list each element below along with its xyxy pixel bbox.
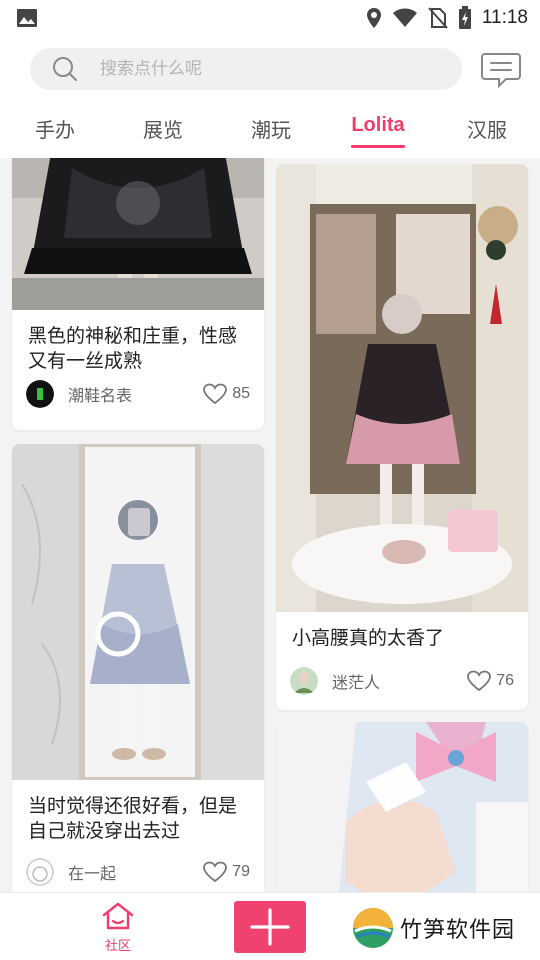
post-card[interactable]: 黑色的神秘和庄重，性感又有一丝成熟 潮鞋名表 85 [12,158,264,430]
like-button[interactable]: 85 [202,383,250,405]
author-name[interactable]: 在一起 [68,860,202,884]
wifi-icon [392,8,417,27]
tab-figures[interactable]: 手办 [32,114,78,146]
tab-trendy-toys[interactable]: 潮玩 [248,114,294,146]
like-button[interactable]: 76 [466,670,514,692]
avatar[interactable] [290,667,318,695]
post-image[interactable] [12,158,264,310]
like-button[interactable]: 79 [202,861,250,883]
message-button[interactable] [480,48,522,90]
watermark-logo-icon [353,908,393,948]
create-post-button[interactable] [234,901,306,953]
post-card[interactable] [276,722,528,892]
post-title[interactable]: 当时觉得还很好看，但是自己就没穿出去过 [28,794,252,844]
watermark-text: 竹笋软件园 [400,918,516,943]
heart-icon [467,670,492,692]
active-tab-indicator [351,145,405,148]
post-title[interactable]: 小高腰真的太香了 [292,626,516,651]
status-time: 11:18 [481,7,528,28]
watermark: 竹笋软件园 [352,905,532,951]
category-tabs: 手办 展览 潮玩 Lolita 汉服 [0,102,540,158]
post-meta: 在一起 79 [26,858,250,886]
post-feed[interactable]: 黑色的神秘和庄重，性感又有一丝成熟 潮鞋名表 85 当时觉得还很好看，但是自己就… [0,158,540,892]
tab-lolita[interactable]: Lolita [346,114,410,146]
avatar[interactable] [26,858,54,886]
like-count: 85 [232,385,250,402]
search-input[interactable] [100,48,440,90]
no-sim-icon [428,7,448,29]
tab-exhibitions[interactable]: 展览 [140,114,186,146]
post-title[interactable]: 黑色的神秘和庄重，性感又有一丝成熟 [28,324,252,374]
post-card[interactable]: 小高腰真的太香了 迷茫人 76 [276,164,528,710]
home-icon [102,902,134,930]
heart-icon [203,861,228,883]
location-icon [366,8,381,28]
search-box[interactable] [30,48,462,90]
status-bar: 11:18 [0,0,540,36]
header [0,36,540,102]
post-image[interactable] [276,722,528,892]
author-name[interactable]: 潮鞋名表 [68,382,202,406]
post-meta: 潮鞋名表 85 [26,380,250,408]
avatar[interactable] [26,380,54,408]
search-icon [53,57,77,81]
gallery-icon [17,9,37,27]
plus-icon [250,908,290,946]
like-count: 76 [496,672,514,689]
status-icons: 11:18 [366,6,528,30]
post-image[interactable] [276,164,528,612]
nav-community-label: 社区 [104,939,131,954]
post-card[interactable]: 当时觉得还很好看，但是自己就没穿出去过 在一起 79 [12,444,264,892]
post-meta: 迷茫人 76 [290,667,514,695]
tab-hanfu[interactable]: 汉服 [464,114,510,146]
author-name[interactable]: 迷茫人 [332,669,466,693]
heart-icon [203,383,228,405]
nav-community[interactable]: 社区 [96,901,140,954]
battery-charging-icon [458,6,471,29]
message-icon [481,53,521,89]
post-image[interactable] [12,444,264,780]
like-count: 79 [232,863,250,880]
bottom-nav: 社区 竹笋软件园 [0,892,540,960]
